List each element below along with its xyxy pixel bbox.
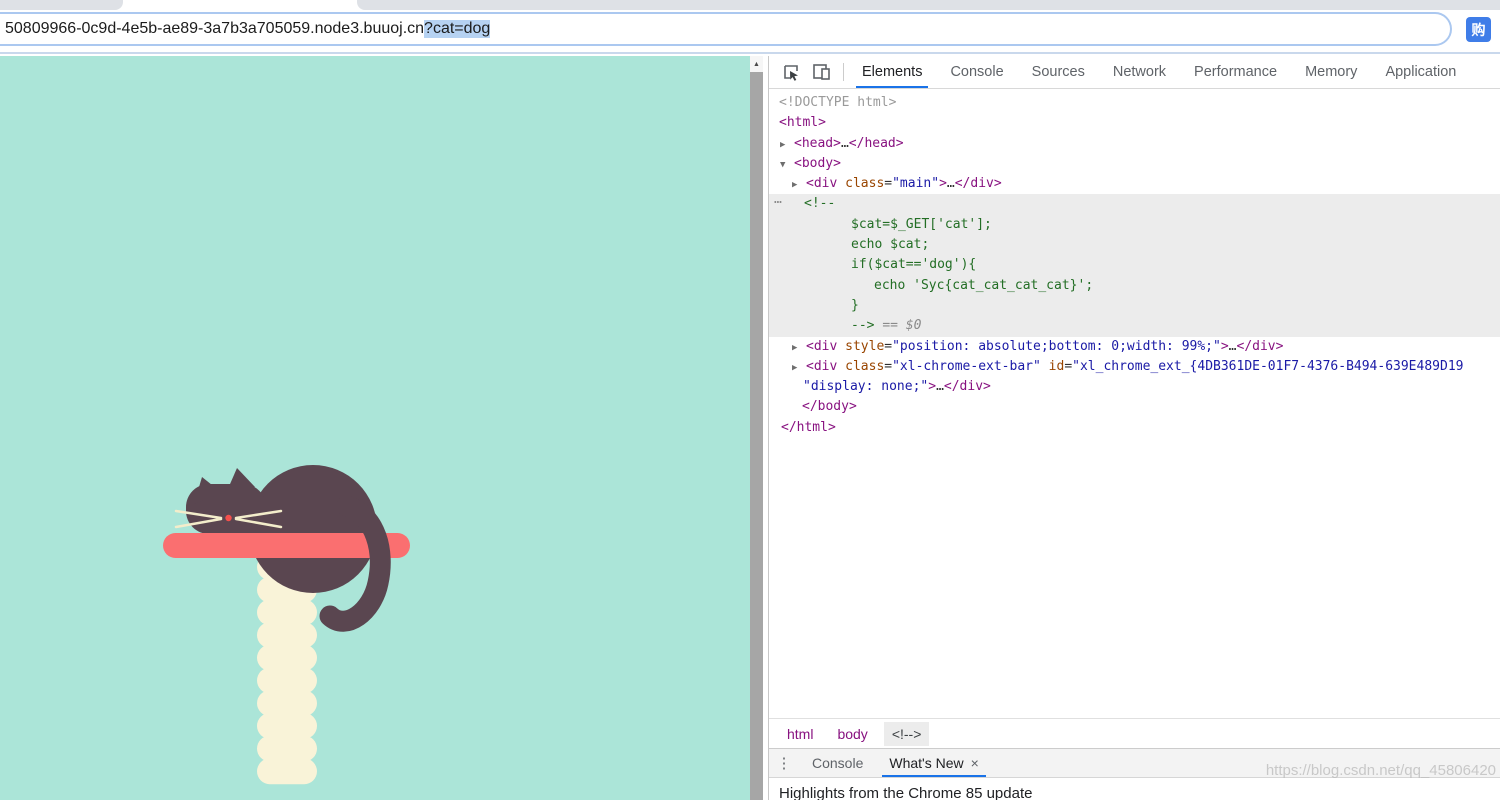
expand-right-icon[interactable]: ▶ xyxy=(780,135,794,155)
browser-toolbar: 50809966-0c9d-4e5b-ae89-3a7b3a705059.nod… xyxy=(0,10,1500,54)
drawer-tab-what-s-new[interactable]: What's New × xyxy=(876,749,991,777)
browser-window: 50809966-0c9d-4e5b-ae89-3a7b3a705059.nod… xyxy=(0,0,1500,800)
devtools-tab-application[interactable]: Application xyxy=(1371,56,1470,88)
scroll-up-arrow-icon[interactable]: ▲ xyxy=(750,56,763,72)
dom-tree-row[interactable]: ▼ <body> xyxy=(769,154,1500,174)
drawer-content: Highlights from the Chrome 85 update xyxy=(769,778,1500,800)
tabstrip-background-left[interactable] xyxy=(0,0,123,10)
url-input[interactable]: 50809966-0c9d-4e5b-ae89-3a7b3a705059.nod… xyxy=(0,12,1452,46)
url-selected-query: ?cat=dog xyxy=(424,20,491,38)
extension-icon[interactable]: 购 xyxy=(1466,17,1491,42)
cat-nose xyxy=(225,514,232,522)
whats-new-headline: Highlights from the Chrome 85 update xyxy=(779,785,1033,800)
dom-tree-row[interactable]: echo $cat; xyxy=(769,235,1500,256)
close-icon[interactable]: × xyxy=(971,755,979,771)
dom-tree-row[interactable]: ▶ <div class="main">…</div> xyxy=(769,174,1500,194)
devtools-tabbar: Elements Console Sources Network Performance… xyxy=(848,56,1470,88)
scrollbar-thumb[interactable] xyxy=(750,72,763,800)
drawer-tabbar: ⋮ Console What's New × xyxy=(769,748,1500,778)
expand-right-icon[interactable]: ▶ xyxy=(792,358,806,378)
dom-tree-row[interactable]: echo 'Syc{cat_cat_cat_cat}'; xyxy=(769,275,1500,296)
dom-tree-row[interactable]: … <!-- xyxy=(769,192,1500,215)
dom-tree-row[interactable]: "display: none;">…</div> xyxy=(769,377,1500,397)
dom-tree-row[interactable]: </html> xyxy=(769,418,1500,438)
browser-tabstrip[interactable] xyxy=(0,0,1500,10)
cat-body xyxy=(186,465,377,593)
device-toolbar-icon[interactable] xyxy=(811,62,833,82)
extension-badge-glyph: 购 xyxy=(1471,21,1486,38)
dom-tree-row[interactable]: $cat=$_GET['cat']; xyxy=(769,214,1500,236)
devtools-tab-console[interactable]: Console xyxy=(936,56,1017,88)
dom-tree-row[interactable]: ▶ <div style="position: absolute;bottom: … xyxy=(769,337,1500,357)
page-scrollbar[interactable]: ▲ xyxy=(750,56,763,800)
cat-ear-right xyxy=(227,468,255,491)
dom-tree: <!DOCTYPE html> <html> ▶ <head>…</head> ▼ <bo… xyxy=(769,89,1500,718)
expand-down-icon[interactable]: ▼ xyxy=(780,155,794,175)
devtools-tab-network[interactable]: Network xyxy=(1099,56,1180,88)
url-host-text: 50809966-0c9d-4e5b-ae89-3a7b3a705059.nod… xyxy=(5,20,425,37)
drawer-tab-console[interactable]: Console xyxy=(799,749,876,777)
dom-tree-row[interactable]: --> == $0 xyxy=(769,316,1500,337)
breadcrumb: html body <!--> xyxy=(769,718,1500,748)
dom-tree-row[interactable]: <!DOCTYPE html> xyxy=(769,93,1500,113)
devtools-panel: Elements Console Sources Network Performance… xyxy=(768,56,1500,800)
expand-right-icon[interactable]: ▶ xyxy=(792,338,806,358)
devtools-tab-elements[interactable]: Elements xyxy=(848,56,936,88)
devtools-tab-memory[interactable]: Memory xyxy=(1291,56,1371,88)
breadcrumb-item[interactable]: body xyxy=(829,722,875,746)
dom-tree-row[interactable]: } xyxy=(769,295,1500,317)
inspect-element-icon[interactable] xyxy=(781,62,801,82)
dom-tree-row[interactable]: <html> xyxy=(769,113,1500,133)
drawer-menu-icon[interactable]: ⋮ xyxy=(769,749,799,777)
devtools-toolbar: Elements Console Sources Network Performance… xyxy=(769,56,1500,89)
breadcrumb-item[interactable]: <!--> xyxy=(883,721,930,746)
devtools-tab-performance[interactable]: Performance xyxy=(1180,56,1291,88)
toolbar-divider xyxy=(843,63,844,81)
page-viewport xyxy=(0,56,750,800)
tabstrip-background-right[interactable] xyxy=(357,0,1500,10)
dom-tree-row[interactable]: if($cat=='dog'){ xyxy=(769,255,1500,276)
dom-tree-row[interactable]: ▶ <head>…</head> xyxy=(769,134,1500,154)
devtools-tab-sources[interactable]: Sources xyxy=(1018,56,1099,88)
cat-illustration xyxy=(163,465,410,785)
expand-right-icon[interactable]: ▶ xyxy=(792,175,806,195)
breadcrumb-item[interactable]: html xyxy=(779,722,821,746)
dom-tree-row[interactable]: </body> xyxy=(769,397,1500,417)
dom-tree-row[interactable]: ▶ <div class="xl-chrome-ext-bar" id="xl_c… xyxy=(769,357,1500,377)
selected-node-gutter-dots-icon[interactable]: … xyxy=(774,190,783,210)
